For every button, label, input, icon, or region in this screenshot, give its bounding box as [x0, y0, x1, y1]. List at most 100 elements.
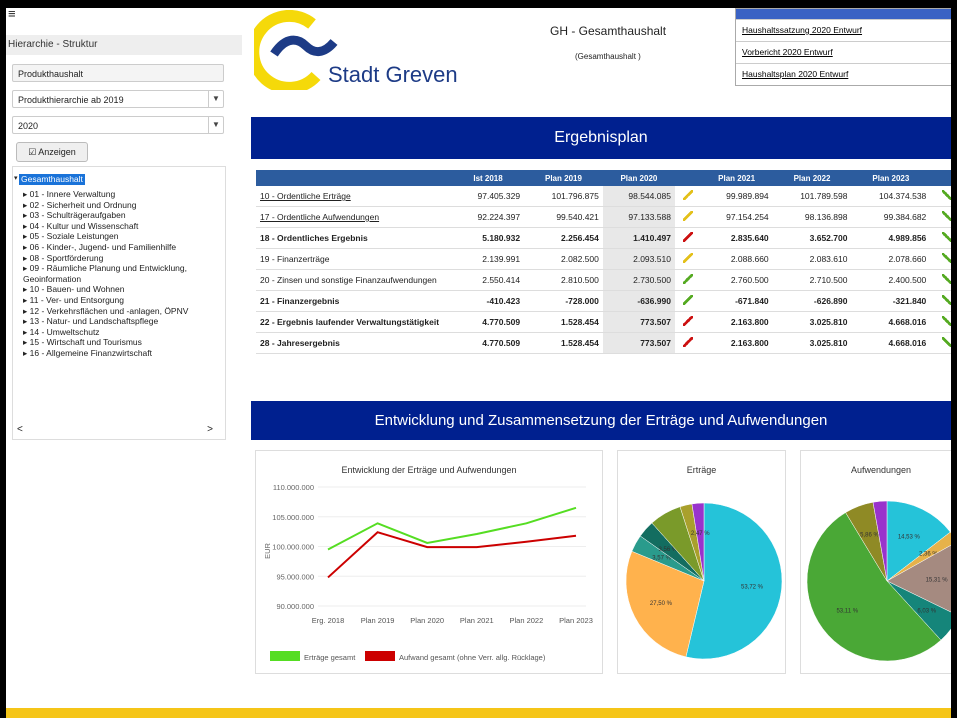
tree-item[interactable]: ▸ 06 - Kinder-, Jugend- und Familienhilf…	[23, 242, 223, 253]
trend-cell	[674, 311, 701, 333]
hierarchy-select[interactable]: Produkthierarchie ab 2019 ▼	[12, 90, 224, 108]
plan-cell: -671.840	[700, 290, 773, 312]
trend-arrow-icon	[682, 253, 693, 263]
trend-arrow-icon	[942, 211, 951, 221]
trend-cell	[674, 206, 701, 228]
links-header	[736, 9, 951, 19]
hamburger-icon[interactable]: ≡	[8, 8, 22, 20]
scroll-right-icon[interactable]: >	[207, 425, 213, 435]
year-select[interactable]: 2020 ▼	[12, 116, 224, 134]
plan-cell: 98.136.898	[772, 206, 852, 228]
slice-label: 15,31 %	[926, 578, 949, 584]
link-haushaltsplan[interactable]: Haushaltsplan 2020 Entwurf	[736, 63, 951, 85]
show-button[interactable]: ☑ Anzeigen	[16, 142, 88, 162]
value-cell: 1.528.454	[524, 311, 603, 333]
tree-item-label: 01 - Innere Verwaltung	[29, 189, 116, 199]
caret-right-icon[interactable]: ▸	[23, 263, 30, 273]
tree-item-label: 12 - Verkehrsflächen und -anlagen, ÖPNV	[29, 305, 189, 316]
value-cell: 4.770.509	[452, 332, 525, 354]
value-cell: 2.810.500	[524, 269, 603, 291]
slice-label: 27,50 %	[650, 601, 673, 607]
x-tick-label: Plan 2022	[510, 616, 544, 625]
tree-view: ▾ Gesamthaushalt ▸ 01 - Innere Verwaltun…	[12, 166, 226, 440]
x-tick-label: Plan 2020	[410, 616, 444, 625]
caret-right-icon[interactable]: ▸	[23, 348, 30, 358]
chevron-down-icon[interactable]: ▼	[208, 117, 223, 133]
column-header: Plan 2022	[772, 170, 852, 186]
row-label[interactable]: 17 - Ordentliche Aufwendungen	[256, 206, 452, 228]
budget-type-field[interactable]: Produkthaushalt	[12, 64, 224, 82]
slice-label: 53,11 %	[836, 609, 858, 615]
tree-item-label: 05 - Soziale Leistungen	[29, 231, 119, 242]
caret-right-icon[interactable]: ▸	[23, 221, 30, 231]
year-select-value: 2020	[18, 121, 39, 131]
value-cell: 101.796.875	[524, 186, 603, 207]
plan-cell: 3.025.810	[772, 311, 852, 333]
tree-item[interactable]: ▸ 01 - Innere Verwaltung	[23, 189, 223, 200]
value-cell: 1.410.497	[602, 227, 675, 249]
sidebar-header: Hierarchie - Struktur	[6, 35, 242, 55]
plan-cell: 2.163.800	[700, 332, 773, 354]
caret-right-icon[interactable]: ▸	[23, 189, 30, 199]
caret-right-icon[interactable]: ▸	[23, 316, 30, 326]
column-header: Plan 2019	[524, 170, 603, 186]
tree-item[interactable]: ▸ 16 - Allgemeine Finanzwirtschaft	[23, 348, 223, 359]
tree-list: ▸ 01 - Innere Verwaltung ▸ 02 - Sicherhei…	[23, 189, 223, 359]
caret-right-icon[interactable]: ▸	[23, 210, 30, 220]
slice-label: 5,86 %	[860, 533, 879, 539]
trend-cell	[674, 332, 701, 354]
plan-cell: 101.789.598	[772, 186, 852, 207]
value-cell: 2.093.510	[602, 248, 675, 270]
plan-cell: 2.710.500	[772, 269, 852, 291]
caret-right-icon[interactable]: ▸	[23, 306, 30, 316]
tree-item[interactable]: ▸ 02 - Sicherheit und Ordnung	[23, 200, 223, 211]
pie-card-ertraege: Erträge 53,72 % 27,50 % 3,57 % 3,56 % 2,47 %	[617, 450, 786, 674]
caret-right-icon[interactable]: ▸	[23, 337, 30, 347]
caret-right-icon[interactable]: ▸	[23, 295, 30, 305]
tree-item[interactable]: ▸ 12 - Verkehrsflächen und -anlagen, ÖPN…	[23, 306, 223, 317]
slice-label: 2,47 %	[691, 531, 710, 537]
tree-item[interactable]: ▸ 09 - Räumliche Planung und Entwicklung…	[23, 263, 223, 284]
value-cell: -410.423	[452, 290, 525, 312]
caret-down-icon[interactable]: ▾	[14, 174, 18, 182]
caret-right-icon[interactable]: ▸	[23, 242, 30, 252]
value-cell: 98.544.085	[602, 186, 675, 207]
plan-cell: 3.652.700	[772, 227, 852, 249]
tree-item-label: 02 - Sicherheit und Ordnung	[29, 199, 137, 210]
caret-right-icon[interactable]: ▸	[23, 231, 30, 241]
link-haushaltssatzung[interactable]: Haushaltssatzung 2020 Entwurf	[736, 19, 951, 41]
tree-item-label: 14 - Umweltschutz	[29, 326, 100, 337]
caret-right-icon[interactable]: ▸	[23, 200, 30, 210]
caret-right-icon[interactable]: ▸	[23, 327, 30, 337]
row-label: 22 - Ergebnis laufender Verwaltungstätig…	[256, 311, 452, 333]
tree-item[interactable]: ▸ 11 - Ver- und Entsorgung	[23, 295, 223, 306]
horizontal-scrollbar[interactable]: < >	[17, 425, 213, 435]
tree-root[interactable]: Gesamthaushalt	[19, 174, 85, 185]
tree-item[interactable]: ▸ 15 - Wirtschaft und Tourismus	[23, 337, 223, 348]
row-label[interactable]: 10 - Ordentliche Erträge	[256, 186, 452, 207]
caret-right-icon[interactable]: ▸	[23, 253, 30, 263]
caret-right-icon[interactable]: ▸	[23, 284, 30, 294]
trend-arrow-icon	[942, 190, 951, 200]
tree-item[interactable]: ▸ 10 - Bauen- und Wohnen	[23, 284, 223, 295]
trend-cell	[674, 227, 701, 249]
value-cell: 2.730.500	[602, 269, 675, 291]
table-header: Ist 2018 Plan 2019 Plan 2020 Plan 2021 Plan …	[256, 170, 951, 186]
y-axis-label: EUR	[263, 543, 272, 559]
value-cell: 1.528.454	[524, 332, 603, 354]
slice-label: 3,57 %	[652, 556, 671, 562]
chevron-down-icon[interactable]: ▼	[208, 91, 223, 107]
trend-cell	[930, 269, 951, 291]
tree-item[interactable]: ▸ 04 - Kultur und Wissenschaft	[23, 221, 223, 232]
scroll-left-icon[interactable]: <	[17, 425, 23, 435]
tree-item-label: 08 - Sportförderung	[29, 252, 104, 263]
tree-item[interactable]: ▸ 03 - Schulträgeraufgaben	[23, 210, 223, 221]
link-vorbericht[interactable]: Vorbericht 2020 Entwurf	[736, 41, 951, 63]
plan-cell: 3.025.810	[772, 332, 852, 354]
tree-item[interactable]: ▸ 14 - Umweltschutz	[23, 327, 223, 338]
plan-cell: 99.384.682	[851, 206, 931, 228]
tree-item[interactable]: ▸ 08 - Sportförderung	[23, 253, 223, 264]
table-row: 28 - Jahresergebnis 4.770.509 1.528.454 773…	[256, 332, 951, 354]
tree-item[interactable]: ▸ 13 - Natur- und Landschaftspflege	[23, 316, 223, 327]
tree-item[interactable]: ▸ 05 - Soziale Leistungen	[23, 231, 223, 242]
